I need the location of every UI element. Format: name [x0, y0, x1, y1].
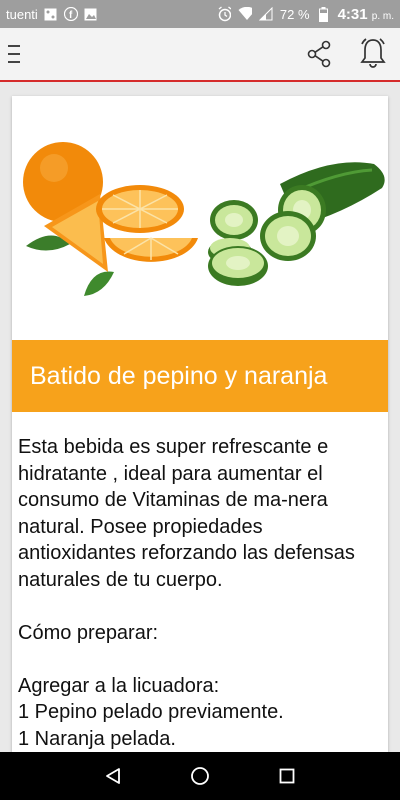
back-icon[interactable]	[101, 764, 125, 788]
ingredient-item: 1 Pepino pelado previamente.	[18, 701, 284, 723]
navigation-bar	[0, 752, 400, 800]
status-bar: tuenti f 72 % 4:31 p. m.	[0, 0, 400, 28]
article-body: Esta bebida es super refrescante e hidra…	[18, 434, 366, 752]
app-bar	[0, 28, 400, 82]
ingredient-item: 1 Naranja pelada.	[18, 727, 176, 750]
article-title: Batido de pepino y naranja	[30, 361, 328, 390]
battery-percent: 72 %	[279, 6, 310, 22]
recents-icon[interactable]	[275, 764, 299, 788]
clock-ampm: p. m.	[371, 10, 394, 22]
bell-icon[interactable]	[357, 37, 389, 71]
battery-icon	[317, 6, 331, 22]
content-area[interactable]: Batido de pepino y naranja Esta bebida e…	[0, 84, 400, 752]
share-icon[interactable]	[306, 40, 334, 68]
signal-icon	[258, 7, 273, 21]
how-to-heading: Cómo preparar:	[18, 621, 159, 644]
clock-time: 4:31	[337, 5, 368, 23]
title-bar: Batido de pepino y naranja	[12, 340, 388, 412]
home-icon[interactable]	[188, 764, 212, 788]
svg-text:f: f	[69, 10, 73, 21]
carrier-name: tuenti	[6, 6, 38, 22]
image-icon	[84, 7, 98, 21]
intro-paragraph: Esta bebida es super refrescante e hidra…	[18, 436, 355, 591]
orange-and-cucumber-image	[12, 96, 388, 340]
menu-icon[interactable]	[8, 42, 28, 66]
wifi-icon	[238, 7, 252, 21]
alarm-icon	[217, 6, 231, 22]
facebook-icon: f	[63, 7, 78, 21]
notification-square-icon	[44, 7, 58, 21]
clock: 4:31 p. m.	[338, 6, 394, 23]
ingredients-heading: Agregar a la licuadora:	[18, 674, 220, 697]
